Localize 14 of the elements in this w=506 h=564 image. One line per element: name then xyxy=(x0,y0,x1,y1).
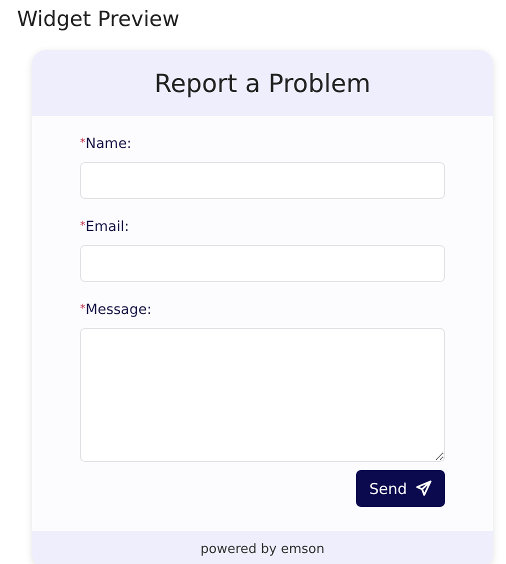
required-mark: * xyxy=(80,302,86,315)
footer-text: powered by emson xyxy=(200,542,324,557)
required-mark: * xyxy=(80,136,86,149)
field-label: Name: xyxy=(86,136,132,152)
field-label: Message: xyxy=(86,302,152,318)
send-icon xyxy=(415,480,432,497)
required-mark: * xyxy=(80,219,86,232)
widget-title: Report a Problem xyxy=(154,68,371,98)
field-label: Email: xyxy=(86,219,130,235)
message-field[interactable] xyxy=(80,328,445,462)
send-button[interactable]: Send xyxy=(356,470,445,507)
page-title: Widget Preview xyxy=(17,6,180,33)
input-field[interactable] xyxy=(80,162,445,199)
input-field[interactable] xyxy=(80,245,445,282)
